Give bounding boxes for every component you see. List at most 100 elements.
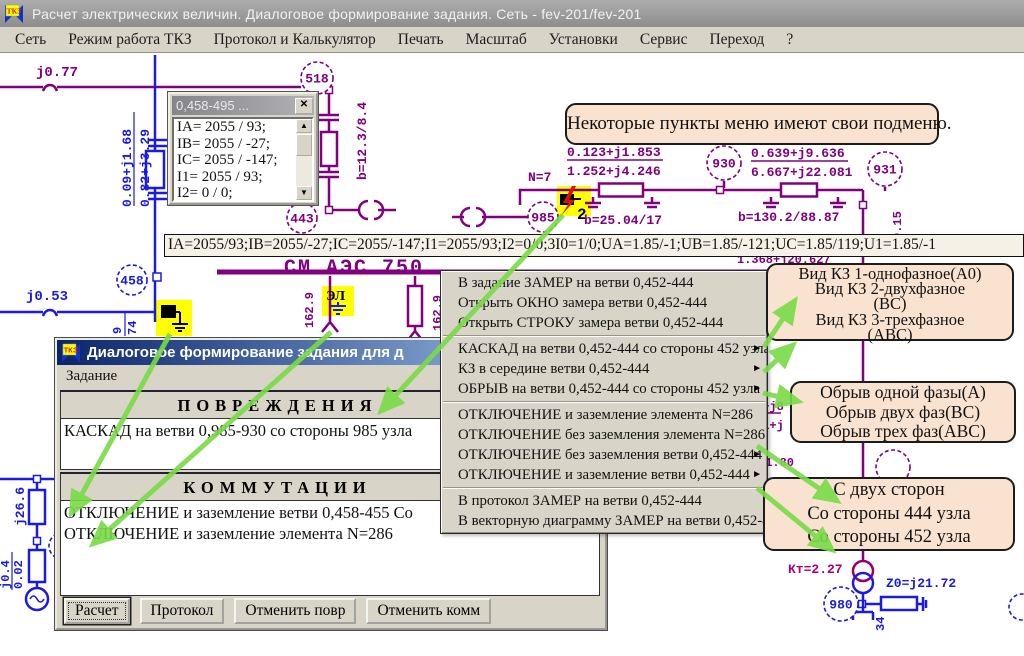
node-circle[interactable] <box>707 146 741 180</box>
diagram-label: 1.252+j4.246 <box>567 164 661 179</box>
node-circle[interactable] <box>528 202 558 232</box>
node-number: 443 <box>290 212 314 227</box>
context-menu-item[interactable]: ОТКЛЮЧЕНИЕ и заземление ветви 0,452-444► <box>441 465 767 485</box>
node-number: 930 <box>712 157 736 172</box>
menu-separator <box>443 335 765 337</box>
menubar-item[interactable]: Режим работа ТКЗ <box>57 31 202 49</box>
menubar-item[interactable]: Сервис <box>629 31 699 49</box>
context-menu-item[interactable]: КЗ в середине ветви 0,452-444► <box>441 359 767 379</box>
callout-sides: С двух сторонСо стороны 444 узлаСо сторо… <box>763 477 1015 551</box>
scrollbar-thumb[interactable] <box>296 134 312 156</box>
callout-line: Обрыв одной фазы(А) <box>792 383 1014 403</box>
window-title: Расчет электрических величин. Диалоговое… <box>32 6 642 22</box>
measure-window-title: 0,458-495 ... <box>176 98 295 113</box>
ground-marker <box>162 306 188 331</box>
scroll-up-button[interactable]: ▲ <box>296 119 312 133</box>
diagram-label: b=130.2/88.87 <box>738 210 839 225</box>
callout-line: Обрыв трех фаз(АВС) <box>792 422 1014 442</box>
close-icon: ✕ <box>300 99 308 110</box>
measure-window-titlebar[interactable]: 0,458-495 ... ✕ <box>172 96 314 115</box>
context-menu-item[interactable]: В протокол ЗАМЕР на ветви 0,452-444 <box>441 491 767 511</box>
node-circle[interactable] <box>868 152 902 186</box>
dialog-button-2[interactable]: Протокол <box>140 598 225 624</box>
title-bar: ТКЗ Расчет электрических величин. Диалог… <box>0 0 1024 27</box>
dialog-button-4[interactable]: Отменить комм <box>366 598 491 624</box>
dialog-title: Диалоговое формирование задания для д <box>87 344 404 361</box>
diagram-label: b=12.3/8.4 <box>355 102 370 180</box>
menu-separator <box>443 487 765 489</box>
callout-line: С двух сторон <box>765 479 1013 503</box>
diagram-label: Z0=j21.72 <box>886 576 956 591</box>
context-menu-item[interactable]: КАСКАД на ветви 0,452-444 со стороны 452… <box>441 339 767 359</box>
measure-window: 0,458-495 ... ✕ IA= 2055 / 93;IB= 2055 /… <box>168 92 318 205</box>
diagram-label: 9 <box>111 327 125 334</box>
submenu-arrow-icon: ► <box>752 359 762 379</box>
diagram-label: Кт=2.27 <box>788 562 843 577</box>
callout-line: Со стороны 444 узла <box>765 503 1013 527</box>
scroll-down-button[interactable]: ▼ <box>296 186 312 200</box>
context-menu-item[interactable]: В векторную диаграмму ЗАМЕР на ветви 0,4… <box>441 511 767 531</box>
diagram-label: b=25.04/17 <box>584 213 662 228</box>
diagram-label: 0.82+j3.29 <box>138 129 153 207</box>
context-menu-item[interactable]: ОТКЛЮЧЕНИЕ и заземление элемента N=286 <box>441 405 767 425</box>
measure-row[interactable]: I1= 2055 / 93; <box>177 169 312 186</box>
node-number: 458 <box>120 274 144 289</box>
diagram-label: 74 <box>126 321 140 335</box>
diagram-label: j0.53 <box>26 289 68 305</box>
diagram-label: 0.123+j1.853 <box>567 145 661 160</box>
menubar-item[interactable]: ? <box>775 31 804 49</box>
menubar-item[interactable]: Масштаб <box>455 31 538 49</box>
dialog-button-3[interactable]: Отменить повр <box>234 598 356 624</box>
menubar-item[interactable]: Сеть <box>4 31 57 49</box>
scrollbar[interactable]: ▲ ▼ <box>296 119 312 200</box>
measurement-strip: IA=2055/93;IB=2055/-27;IC=2055/-147;I1=2… <box>164 234 1024 257</box>
menubar-item[interactable]: Печать <box>387 31 455 49</box>
svg-text:ТКЗ: ТКЗ <box>7 6 21 15</box>
callout-fault-types: Вид КЗ 1-однофазное(А0)Вид КЗ 2-двухфазн… <box>766 263 1014 341</box>
diagram-label: j26.6 <box>13 487 28 526</box>
diagram-label: 162.9 <box>303 292 317 328</box>
context-menu-item[interactable]: В задание ЗАМЕР на ветви 0,452-444 <box>441 273 767 293</box>
diagram-label: СМ.АЭС 750 <box>284 257 424 280</box>
context-menu: В задание ЗАМЕР на ветви 0,452-444Открыт… <box>440 270 768 534</box>
node-circle[interactable] <box>117 265 147 295</box>
menu-tooltip: Некоторые пункты меню имеют свои подменю… <box>565 103 939 145</box>
close-button[interactable]: ✕ <box>295 98 313 114</box>
submenu-arrow-icon: ► <box>752 339 762 359</box>
el-marker-ground-icon <box>330 302 346 314</box>
callout-line: Со стороны 452 узла <box>765 526 1013 550</box>
measure-row[interactable]: IA= 2055 / 93; <box>177 119 312 136</box>
submenu-arrow-icon: ► <box>752 445 762 465</box>
menubar-item[interactable]: Установки <box>538 31 629 49</box>
app-icon: ТКЗ <box>3 3 25 25</box>
application-window: 518443458985930931980j0.770.09+j1.680.82… <box>0 0 1024 656</box>
measure-row[interactable]: I2= 0 / 0; <box>177 185 312 202</box>
node-number: 985 <box>531 211 555 226</box>
context-menu-item[interactable]: ОБРЫВ на ветви 0,452-444 со стороны 452 … <box>441 379 767 399</box>
fault-marker <box>560 186 581 216</box>
diagram-label: 0.09+j1.68 <box>120 129 135 207</box>
measure-list: IA= 2055 / 93;IB= 2055 / -27;IC= 2055 / … <box>172 117 314 202</box>
menubar-item[interactable]: Переход <box>698 31 775 49</box>
dialog-button-1[interactable]: Расчет <box>64 598 130 624</box>
node-circle[interactable] <box>824 587 858 621</box>
node-circle[interactable] <box>301 62 333 94</box>
measure-row[interactable]: IC= 2055 / -147; <box>177 152 312 169</box>
context-menu-item[interactable]: Открыть ОКНО замера ветви 0,452-444 <box>441 293 767 313</box>
context-menu-item[interactable]: Открыть СТРОКУ замера ветви 0,452-444 <box>441 313 767 333</box>
context-menu-item[interactable]: ОТКЛЮЧЕНИЕ без заземления ветви 0,452-44… <box>441 445 767 465</box>
scroll-down-icon: ▼ <box>300 188 308 197</box>
node-number: 980 <box>829 598 853 613</box>
submenu-arrow-icon: ► <box>752 379 762 399</box>
callout-break-types: Обрыв одной фазы(А)Обрыв двух фаз(ВС)Обр… <box>790 381 1016 443</box>
dialog-icon: ТКЗ <box>60 342 82 364</box>
menubar-item[interactable]: Протокол и Калькулятор <box>203 31 387 49</box>
diagram-label: N=7 <box>528 170 551 185</box>
measure-row[interactable]: IB= 2055 / -27; <box>177 136 312 153</box>
menu-separator <box>443 401 765 403</box>
context-menu-item[interactable]: ОТКЛЮЧЕНИЕ без заземления элемента N=286 <box>441 425 767 445</box>
diagram-label: 6.667+j22.081 <box>751 165 853 180</box>
diagram-label: 0.02 <box>12 560 26 589</box>
diagram-label: ЭЛ <box>326 289 346 304</box>
node-circle[interactable] <box>287 203 317 233</box>
